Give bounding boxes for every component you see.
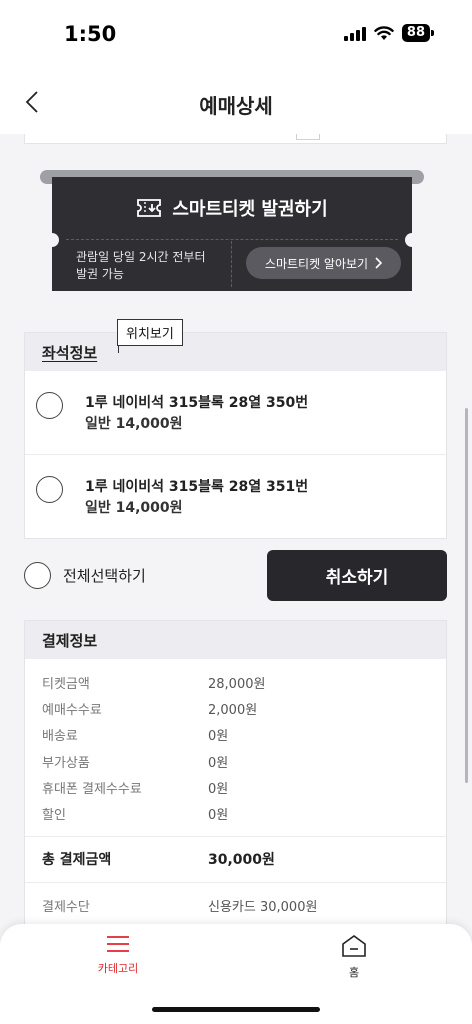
page-title: 예매상세 — [199, 94, 273, 118]
payment-info-heading: 결제정보 — [25, 621, 446, 659]
seat-info-heading[interactable]: 좌석정보 — [42, 342, 97, 363]
total-label: 총 결제금액 — [42, 852, 112, 869]
previous-card — [24, 134, 447, 144]
payment-method: 결제수단 신용카드 30,000원 — [25, 881, 446, 924]
status-icons: 88 — [343, 24, 434, 42]
select-all-toggle[interactable]: 전체선택하기 — [24, 562, 146, 589]
seat-radio[interactable] — [36, 392, 63, 419]
smart-ticket-description: 관람일 당일 2시간 전부터 발권 가능 — [76, 250, 206, 281]
seat-row[interactable]: 1루 네이비석 315블록 28열 351번 일반 14,000원 — [25, 455, 446, 539]
method-value: 신용카드 30,000원 — [208, 899, 318, 915]
header: 예매상세 — [0, 70, 472, 134]
nav-category-label: 카테고리 — [97, 962, 139, 975]
chevron-right-icon — [375, 257, 383, 269]
method-label: 결제수단 — [42, 899, 90, 915]
smart-ticket-banner: 스마트티켓 발권하기 관람일 당일 2시간 전부터 발권 가능 스마트티켓 알아… — [40, 170, 424, 295]
nav-category[interactable]: 카테고리 — [78, 934, 158, 976]
payment-row: 배송료 0원 — [42, 729, 229, 745]
ticket-icon — [137, 199, 162, 217]
location-tooltip[interactable]: 위치보기 — [117, 319, 183, 353]
payment-row: 휴대폰 결제수수료 0원 — [42, 781, 229, 797]
seat-label: 1루 네이비석 315블록 28열 350번 — [85, 395, 309, 411]
smart-ticket-issue-button[interactable]: 스마트티켓 발권하기 — [52, 195, 412, 221]
total-value: 30,000원 — [208, 852, 275, 869]
cancel-button[interactable]: 취소하기 — [267, 550, 447, 601]
seat-radio[interactable] — [36, 476, 63, 503]
signal-icon — [343, 25, 366, 41]
scrollbar[interactable] — [465, 408, 468, 783]
payment-total: 총 결제금액 30,000원 — [25, 837, 446, 882]
smart-ticket-card[interactable]: 스마트티켓 발권하기 관람일 당일 2시간 전부터 발권 가능 스마트티켓 알아… — [45, 177, 419, 295]
home-icon — [342, 935, 366, 957]
status-time: 1:50 — [64, 22, 117, 46]
select-all-radio[interactable] — [24, 562, 51, 589]
select-all-label: 전체선택하기 — [63, 567, 146, 585]
payment-row: 티켓금액 28,000원 — [42, 676, 266, 692]
menu-icon — [107, 936, 129, 952]
nav-home[interactable]: 홈 — [314, 934, 394, 980]
home-indicator — [152, 1007, 320, 1012]
seat-label: 1루 네이비석 315블록 28열 351번 — [85, 479, 309, 495]
seat-row[interactable]: 1루 네이비석 315블록 28열 350번 일반 14,000원 — [25, 371, 446, 455]
payment-info-section: 결제정보 티켓금액 28,000원 예매수수료 2,000원 배송료 0원 부가상품 0… — [24, 620, 447, 924]
seat-info-section: 좌석정보 위치보기 1루 네이비석 315블록 28열 350번 일반 14,0… — [24, 319, 447, 539]
smart-ticket-info-button[interactable]: 스마트티켓 알아보기 — [246, 247, 401, 279]
status-bar: 1:50 88 — [0, 0, 472, 70]
battery-level: 88 — [401, 24, 430, 42]
payment-row: 할인 0원 — [42, 808, 229, 824]
seat-price: 일반 14,000원 — [85, 500, 183, 516]
nav-home-label: 홈 — [348, 966, 360, 979]
seat-price: 일반 14,000원 — [85, 416, 183, 432]
seat-info-header: 좌석정보 — [25, 333, 446, 371]
battery-icon: 88 — [401, 24, 434, 42]
main-content[interactable]: 스마트티켓 발권하기 관람일 당일 2시간 전부터 발권 가능 스마트티켓 알아… — [0, 134, 472, 924]
payment-row: 부가상품 0원 — [42, 755, 229, 771]
smart-ticket-title: 스마트티켓 발권하기 — [172, 199, 328, 220]
payment-breakdown: 티켓금액 28,000원 예매수수료 2,000원 배송료 0원 부가상품 0원 휴대폰… — [25, 659, 446, 827]
payment-row: 예매수수료 2,000원 — [42, 702, 258, 718]
wifi-icon — [374, 26, 394, 40]
